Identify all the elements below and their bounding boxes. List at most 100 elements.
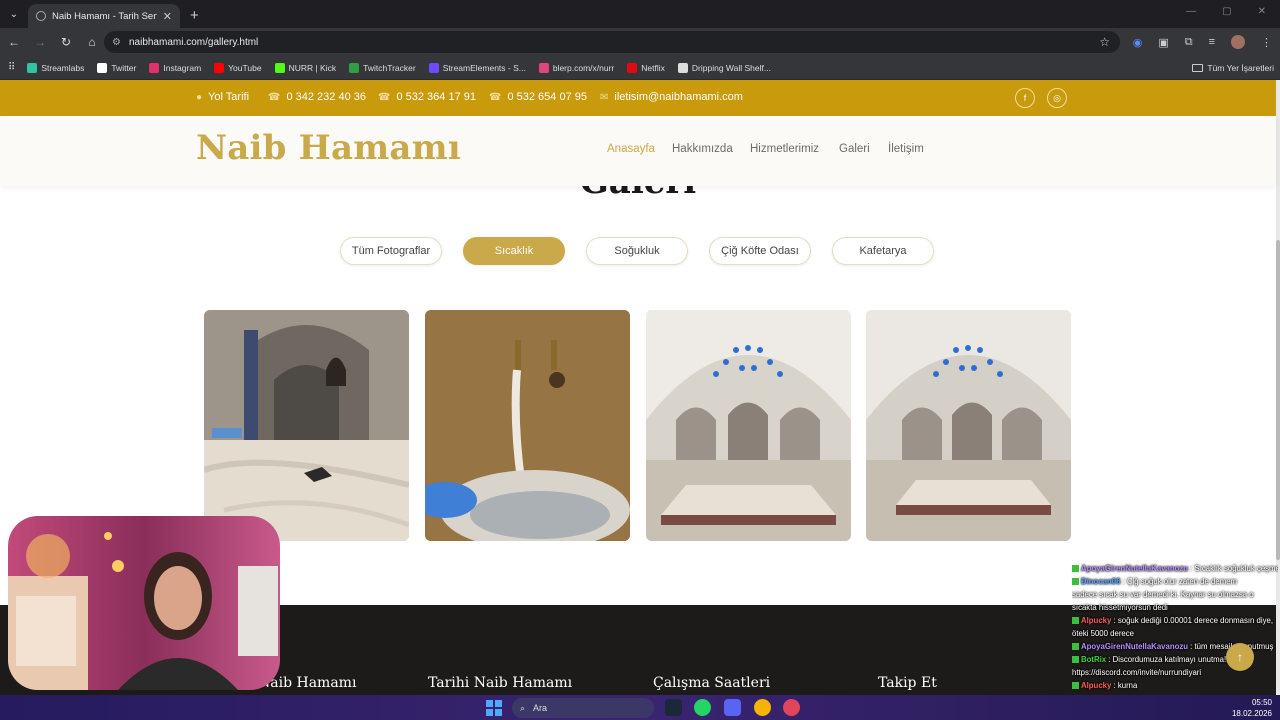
chrome-icon[interactable] xyxy=(754,699,771,716)
chat-text: Çiğ soğuk olur zaten de demem xyxy=(1126,577,1238,586)
extensions-menu-icon[interactable]: ⧉ xyxy=(1185,36,1193,49)
bookmark-item[interactable]: StreamElements - S... xyxy=(428,62,526,73)
windows-taskbar: ⌕ Ara 05:50 18.02.2026 xyxy=(0,695,1280,720)
nav-services[interactable]: Hizmetlerimiz xyxy=(750,143,819,155)
more-menu-icon[interactable]: ⋮ xyxy=(1261,36,1272,49)
browser-tab[interactable]: Naib Hamamı - Tarih Seni Çağır ✕ xyxy=(28,4,180,28)
nav-gallery[interactable]: Galeri xyxy=(839,143,870,155)
site-header: Naib Hamamı Anasayfa Hakkımızda Hizmetle… xyxy=(0,116,1276,186)
site-info-icon[interactable]: ⚙ xyxy=(112,37,121,48)
stream-chat-overlay: ApoyaGirenNutellaKavanozu : Sıcaklık soğ… xyxy=(1072,562,1278,692)
nav-home[interactable]: Anasayfa xyxy=(607,143,655,155)
phone-link-1[interactable]: ☎ 0 342 232 40 36 xyxy=(268,91,366,103)
chat-badge-icon xyxy=(1072,565,1079,572)
bookmark-label: Netflix xyxy=(641,62,665,73)
apps-grid-icon[interactable]: ⠿ xyxy=(8,62,15,73)
filter-heat[interactable]: Sıcaklık xyxy=(463,237,565,265)
phone-icon: ☎ xyxy=(268,91,281,103)
windows-start-icon[interactable] xyxy=(486,700,502,716)
system-clock[interactable]: 05:50 18.02.2026 xyxy=(1232,697,1272,719)
bookmark-favicon-icon xyxy=(27,62,38,73)
footer-heading-follow: Takip Et xyxy=(878,675,937,691)
home-icon[interactable]: ⌂ xyxy=(80,35,104,49)
chat-username: ApoyaGirenNutellaKavanozu xyxy=(1081,642,1189,651)
whatsapp-icon[interactable] xyxy=(694,699,711,716)
phone-1: 0 342 232 40 36 xyxy=(286,91,366,103)
scrollbar-thumb[interactable] xyxy=(1276,240,1280,560)
bookmark-item[interactable]: NURR | Kick xyxy=(274,62,337,73)
discord-icon[interactable] xyxy=(724,699,741,716)
chat-badge-icon xyxy=(1072,643,1079,650)
forward-icon[interactable]: → xyxy=(28,35,52,49)
tab-search-icon[interactable]: ⌄ xyxy=(0,0,28,28)
taskbar-search[interactable]: ⌕ Ara xyxy=(512,698,654,718)
bookmark-label: Streamlabs xyxy=(41,62,85,73)
phone-icon: ☎ xyxy=(489,91,502,103)
minimize-icon[interactable]: — xyxy=(1186,6,1196,17)
site-contact-bar: ● Yol Tarifi ☎ 0 342 232 40 36 ☎ 0 532 3… xyxy=(0,80,1276,116)
reload-icon[interactable]: ↻ xyxy=(54,35,78,49)
gallery-photo-4[interactable] xyxy=(866,310,1071,541)
chat-text: kurna xyxy=(1117,681,1138,690)
envelope-icon: ✉ xyxy=(600,91,609,103)
directions-link[interactable]: ● Yol Tarifi xyxy=(196,91,249,103)
bookmark-item[interactable]: Streamlabs xyxy=(27,62,85,73)
bookmark-item[interactable]: blerp.com/x/nurr xyxy=(538,62,614,73)
puzzle-icon[interactable]: ▣ xyxy=(1158,36,1168,49)
new-tab-icon[interactable]: + xyxy=(190,7,199,24)
filter-cold[interactable]: Soğukluk xyxy=(586,237,688,265)
taskbar-search-label: Ara xyxy=(533,703,548,713)
bookmark-favicon-icon xyxy=(677,62,688,73)
gallery-photo-2[interactable] xyxy=(425,310,630,541)
bookmark-item[interactable]: YouTube xyxy=(214,62,262,73)
steam-icon[interactable] xyxy=(665,699,682,716)
bookmark-label: StreamElements - S... xyxy=(442,62,526,73)
chat-username: BotRix xyxy=(1081,655,1107,664)
bookmark-label: Dripping Wall Shelf... xyxy=(691,62,771,73)
profile-avatar[interactable] xyxy=(1231,35,1245,49)
bookmark-item[interactable]: Netflix xyxy=(627,62,665,73)
gallery-photo-3[interactable] xyxy=(646,310,851,541)
bookmark-item[interactable]: TwitchTracker xyxy=(349,62,416,73)
site-logo[interactable]: Naib Hamamı xyxy=(196,128,461,168)
instagram-icon[interactable]: ◎ xyxy=(1047,88,1067,108)
phone-link-2[interactable]: ☎ 0 532 364 17 91 xyxy=(378,91,476,103)
maximize-icon[interactable]: ▢ xyxy=(1222,6,1231,17)
chat-message: Alpucky : kurna xyxy=(1072,679,1278,692)
phone-link-3[interactable]: ☎ 0 532 654 07 95 xyxy=(489,91,587,103)
filter-all[interactable]: Tüm Fotograflar xyxy=(340,237,442,265)
close-tab-icon[interactable]: ✕ xyxy=(163,10,172,23)
nav-contact[interactable]: İletişim xyxy=(888,143,924,155)
email-link[interactable]: ✉ iletisim@naibhamami.com xyxy=(600,91,743,103)
clock-time: 05:50 xyxy=(1251,698,1272,707)
chat-message: ApoyaGirenNutellaKavanozu : Sıcaklık soğ… xyxy=(1072,562,1278,575)
bookmark-label: Twitter xyxy=(111,62,137,73)
bookmark-item[interactable]: Twitter xyxy=(97,62,137,73)
bookmark-item[interactable]: Instagram xyxy=(149,62,201,73)
scroll-to-top-button[interactable]: ↑ xyxy=(1226,643,1254,671)
gallery-photo-1[interactable] xyxy=(204,310,409,541)
bookmark-favicon-icon xyxy=(428,62,439,73)
bookmark-label: NURR | Kick xyxy=(288,62,337,73)
app-icon[interactable] xyxy=(783,699,800,716)
bookmark-item[interactable]: Dripping Wall Shelf... xyxy=(677,62,771,73)
chat-badge-icon xyxy=(1072,682,1079,689)
bookmark-label: YouTube xyxy=(228,62,262,73)
search-icon: ⌕ xyxy=(520,702,526,713)
chat-text: sadece sıcak su var demedi ki. Kaynar su… xyxy=(1072,590,1254,612)
bookmark-star-icon[interactable]: ☆ xyxy=(1099,35,1110,49)
facebook-icon[interactable]: f xyxy=(1015,88,1035,108)
media-icon[interactable]: ≡ xyxy=(1209,36,1215,48)
chat-badge-icon xyxy=(1072,617,1079,624)
address-bar[interactable]: ⚙ naibhamami.com/gallery.html ☆ xyxy=(104,31,1120,53)
chat-username: Dinocan06 xyxy=(1081,577,1121,586)
close-window-icon[interactable]: ✕ xyxy=(1258,6,1266,17)
nav-about[interactable]: Hakkımızda xyxy=(672,143,733,155)
filter-cigkofte[interactable]: Çiğ Köfte Odası xyxy=(709,237,811,265)
location-pin-icon: ● xyxy=(196,91,203,103)
all-bookmarks[interactable]: Tüm Yer İşaretleri xyxy=(1192,63,1274,73)
filter-cafeteria[interactable]: Kafetarya xyxy=(832,237,934,265)
back-icon[interactable]: ← xyxy=(2,35,26,49)
extension-icon[interactable]: ◉ xyxy=(1133,36,1143,49)
chat-badge-icon xyxy=(1072,578,1079,585)
